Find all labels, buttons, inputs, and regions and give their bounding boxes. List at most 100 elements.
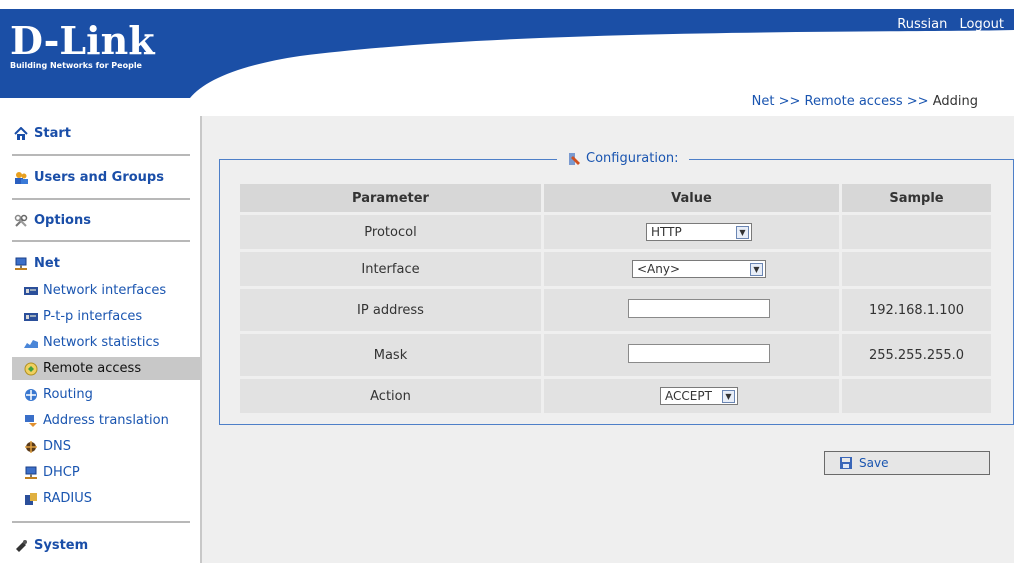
param-label-ip-address: IP address (240, 289, 541, 331)
breadcrumb: Net >> Remote access >> Adding (752, 94, 978, 109)
table-row: IP address 192.168.1.100 (240, 289, 991, 331)
value-cell: <Any> ▼ (544, 252, 839, 286)
protocol-select-value: HTTP (651, 225, 682, 239)
sidebar-item-label: Net (34, 256, 60, 271)
save-icon (840, 457, 852, 469)
column-header-value: Value (544, 184, 839, 212)
sidebar-item-net[interactable]: Net (14, 256, 60, 271)
table-header-row: Parameter Value Sample (240, 184, 991, 212)
russian-language-link[interactable]: Russian (897, 17, 947, 32)
network-icon (15, 257, 27, 270)
protocol-select[interactable]: HTTP ▼ (646, 223, 752, 241)
logout-link[interactable]: Logout (959, 17, 1004, 32)
sidebar-item-label: DHCP (43, 465, 80, 480)
sidebar-item-network-statistics[interactable]: Network statistics (24, 331, 200, 354)
table-row: Protocol HTTP ▼ (240, 215, 991, 249)
main-panel: Configuration: Parameter Value Sample Pr… (200, 116, 1014, 563)
sidebar: Start Users and Groups Options Net Netwo… (0, 116, 200, 563)
sidebar-item-label: Start (34, 126, 71, 141)
sample-ip-address: 192.168.1.100 (842, 289, 991, 331)
sidebar-item-radius[interactable]: RADIUS (24, 487, 200, 510)
sidebar-item-ptp-interfaces[interactable]: P-t-p interfaces (24, 305, 200, 328)
system-icon (16, 539, 27, 552)
chevron-down-icon[interactable]: ▼ (722, 389, 735, 403)
value-cell: ACCEPT ▼ (544, 379, 839, 413)
param-label-mask: Mask (240, 334, 541, 376)
sidebar-item-label: DNS (43, 439, 71, 454)
interface-select[interactable]: <Any> ▼ (632, 260, 766, 278)
param-label-interface: Interface (240, 252, 541, 286)
sample-cell (842, 215, 991, 249)
mask-input[interactable] (628, 343, 770, 363)
sidebar-divider (12, 154, 190, 156)
breadcrumb-remote-access[interactable]: Remote access (805, 94, 903, 109)
sidebar-item-address-translation[interactable]: Address translation (24, 409, 200, 432)
sidebar-divider (12, 240, 190, 242)
table-row: Mask 255.255.255.0 (240, 334, 991, 376)
tools-icon (14, 214, 28, 227)
sidebar-item-options[interactable]: Options (14, 213, 91, 228)
configuration-legend-label: Configuration: (586, 151, 679, 166)
sidebar-divider (12, 198, 190, 200)
sidebar-item-dhcp[interactable]: DHCP (24, 461, 200, 484)
header: D-Link Building Networks for People Russ… (0, 0, 1014, 100)
logo-tagline: Building Networks for People (10, 61, 142, 70)
breadcrumb-net[interactable]: Net (752, 94, 775, 109)
users-icon (15, 171, 28, 184)
configuration-legend: Configuration: (557, 151, 689, 166)
breadcrumb-separator: >> (778, 94, 801, 109)
sidebar-item-label: Routing (43, 387, 93, 402)
value-cell (544, 289, 839, 331)
home-icon (14, 126, 28, 140)
chevron-down-icon[interactable]: ▼ (750, 262, 763, 276)
value-cell: HTTP ▼ (544, 215, 839, 249)
breadcrumb-current: Adding (932, 94, 978, 109)
sidebar-item-network-interfaces[interactable]: Network interfaces (24, 279, 200, 302)
param-label-protocol: Protocol (240, 215, 541, 249)
sidebar-item-label: Network interfaces (43, 283, 167, 298)
dns-icon (25, 440, 37, 453)
column-header-parameter: Parameter (240, 184, 541, 212)
column-header-sample: Sample (842, 184, 991, 212)
sample-cell (842, 252, 991, 286)
sidebar-item-routing[interactable]: Routing (24, 383, 200, 406)
action-select-value: ACCEPT (665, 389, 712, 403)
statistics-icon (24, 339, 38, 348)
table-row: Interface <Any> ▼ (240, 252, 991, 286)
sample-mask: 255.255.255.0 (842, 334, 991, 376)
ip-address-input[interactable] (628, 298, 770, 318)
top-links: Russian Logout (889, 17, 1004, 32)
breadcrumb-separator: >> (906, 94, 929, 109)
dlink-logo: D-Link Building Networks for People (10, 18, 155, 71)
table-row: Action ACCEPT ▼ (240, 379, 991, 413)
sidebar-item-label: Network statistics (43, 335, 160, 350)
configuration-fieldset: Configuration: Parameter Value Sample Pr… (219, 151, 1014, 425)
sample-cell (842, 379, 991, 413)
remote-access-icon (24, 362, 38, 375)
value-cell (544, 334, 839, 376)
sidebar-item-label: Options (34, 213, 91, 228)
dhcp-icon (25, 466, 37, 479)
sidebar-item-users-and-groups[interactable]: Users and Groups (14, 170, 164, 185)
sidebar-divider (12, 521, 190, 523)
sidebar-item-label: Remote access (43, 361, 142, 376)
sidebar-item-system[interactable]: System (14, 538, 88, 553)
sidebar-item-label: Users and Groups (34, 170, 164, 185)
sidebar-item-label: RADIUS (43, 491, 93, 506)
configuration-icon (569, 152, 580, 165)
sidebar-item-label: P-t-p interfaces (43, 309, 143, 324)
sidebar-item-label: System (34, 538, 89, 553)
configuration-table: Parameter Value Sample Protocol HTTP ▼ I… (237, 181, 994, 416)
sidebar-item-start[interactable]: Start (14, 126, 71, 141)
action-select[interactable]: ACCEPT ▼ (660, 387, 738, 405)
sidebar-item-dns[interactable]: DNS (24, 435, 200, 458)
sidebar-item-label: Address translation (43, 413, 169, 428)
save-button-label: Save (859, 456, 889, 470)
radius-icon (25, 492, 37, 505)
logo-text: D-Link (10, 18, 155, 63)
sidebar-item-remote-access[interactable]: Remote access (12, 357, 200, 380)
translation-icon (25, 414, 37, 427)
chevron-down-icon[interactable]: ▼ (736, 225, 749, 239)
param-label-action: Action (240, 379, 541, 413)
save-button[interactable]: Save (824, 451, 990, 475)
